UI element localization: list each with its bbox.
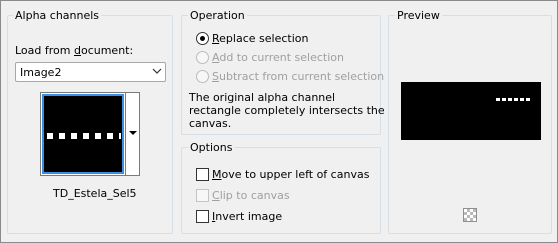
subtract-from-selection-radio[interactable] bbox=[196, 70, 209, 83]
intersection-note-line3: canvas. bbox=[189, 117, 232, 130]
add-to-selection-label[interactable]: Add to current selection bbox=[212, 51, 344, 64]
selection-preview-marks bbox=[47, 133, 121, 139]
alpha-channel-thumbnail-picker[interactable] bbox=[40, 92, 140, 176]
load-from-document-label: Load from document: bbox=[15, 44, 134, 57]
options-title: Options bbox=[188, 141, 235, 154]
alpha-channel-thumbnail[interactable] bbox=[42, 94, 124, 174]
invert-image-label[interactable]: Invert image bbox=[212, 210, 282, 223]
triangle-down-icon bbox=[129, 131, 137, 135]
preview-title: Preview bbox=[395, 9, 442, 22]
move-to-upper-left-label[interactable]: Move to upper left of canvas bbox=[212, 168, 369, 181]
alpha-channel-dialog: Alpha channels Load from document: Image… bbox=[0, 0, 558, 243]
replace-selection-label[interactable]: Replace selection bbox=[212, 32, 308, 45]
move-to-upper-left-checkbox[interactable] bbox=[196, 168, 209, 181]
add-to-selection-radio[interactable] bbox=[196, 51, 209, 64]
chevron-down-icon bbox=[152, 68, 162, 74]
document-select[interactable]: Image2 bbox=[15, 62, 166, 82]
document-select-value: Image2 bbox=[20, 66, 62, 79]
preview-canvas bbox=[401, 82, 541, 140]
invert-image-checkbox[interactable] bbox=[196, 210, 209, 223]
operation-title: Operation bbox=[188, 9, 247, 22]
transparency-checker-icon[interactable] bbox=[463, 208, 477, 222]
subtract-from-selection-label[interactable]: Subtract from current selection bbox=[212, 70, 384, 83]
clip-to-canvas-label[interactable]: Clip to canvas bbox=[212, 189, 290, 202]
alpha-channels-title: Alpha channels bbox=[13, 9, 102, 22]
preview-selection-marks bbox=[496, 98, 532, 101]
intersection-note-line1: The original alpha channel bbox=[189, 91, 336, 104]
replace-selection-radio[interactable] bbox=[196, 32, 209, 45]
clip-to-canvas-checkbox[interactable] bbox=[196, 189, 209, 202]
thumbnail-dropdown-button[interactable] bbox=[125, 93, 139, 175]
thumbnail-caption: TD_Estela_Sel5 bbox=[53, 187, 137, 200]
intersection-note-line2: rectangle completely intersects the bbox=[189, 104, 385, 117]
